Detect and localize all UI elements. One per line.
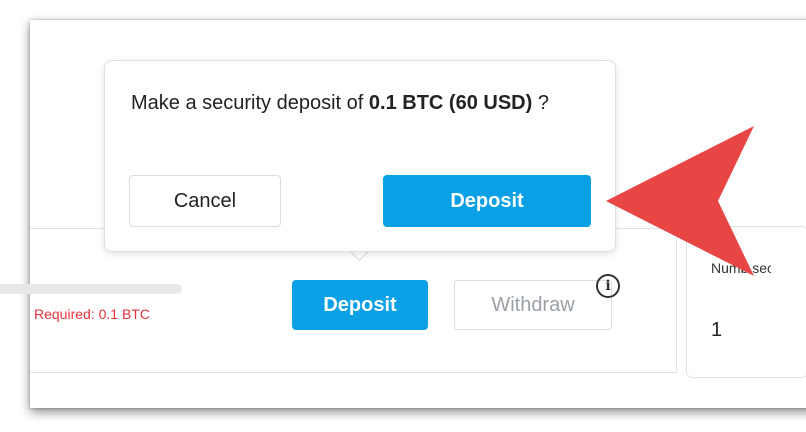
annotation-arrow-icon bbox=[606, 126, 754, 276]
